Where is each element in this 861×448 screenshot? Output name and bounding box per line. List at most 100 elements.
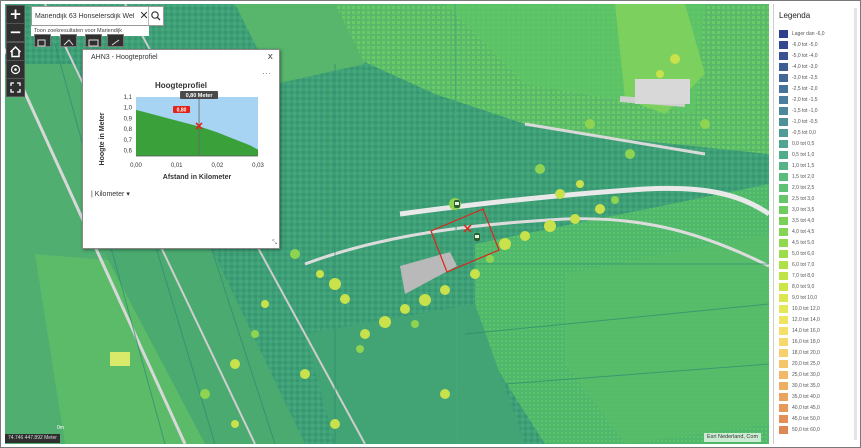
legend-label: 5,0 tot 6,0 [792, 251, 815, 257]
y-tick-label: 0,7 [124, 138, 133, 144]
y-tick-label: 0,8 [124, 127, 133, 133]
legend-label: 18,0 tot 20,0 [792, 350, 820, 356]
measure-icon [37, 39, 46, 47]
legend-swatch [779, 74, 788, 82]
legend-swatch [779, 250, 788, 258]
legend-label: -4,0 tot -3,0 [792, 64, 818, 70]
legend-swatch [779, 393, 788, 401]
legend-swatch [779, 96, 788, 104]
measure-tool-button[interactable] [34, 34, 51, 47]
legend-swatch [779, 426, 788, 434]
legend-scrollbar[interactable] [854, 8, 857, 440]
legend-label: 4,5 tot 5,0 [792, 240, 815, 246]
legend-label: -3,0 tot -2,5 [792, 75, 818, 81]
y-tick-label: 0,6 [124, 149, 133, 155]
chart-y-axis-label: Hoogte in Meter [99, 112, 106, 165]
legend-label: 30,0 tot 35,0 [792, 383, 820, 389]
legend-label: 14,0 tot 16,0 [792, 328, 820, 334]
chart-tooltip-text: 0,80 Meter [186, 93, 214, 99]
share-icon [111, 39, 120, 46]
y-tick-label: 0,9 [124, 116, 133, 122]
panel-resize-handle[interactable]: ⤡ [272, 239, 277, 247]
legend-swatch [779, 41, 788, 49]
legend-label: 0,0 tot 0,5 [792, 141, 815, 147]
legend-swatch [779, 107, 788, 115]
unit-divider: | [91, 191, 93, 198]
home-button[interactable] [6, 42, 25, 61]
legend-swatch [779, 206, 788, 214]
legend-swatch [779, 349, 788, 357]
legend-swatch [779, 140, 788, 148]
legend-swatch [779, 283, 788, 291]
legend-label: 35,0 tot 40,0 [792, 394, 820, 400]
legend-swatch [779, 228, 788, 236]
legend-label: 1,0 tot 1,5 [792, 163, 815, 169]
share-tool-button[interactable] [107, 34, 124, 47]
legend-swatch [779, 261, 788, 269]
legend-label: 25,0 tot 30,0 [792, 372, 820, 378]
legend-swatch [779, 184, 788, 192]
legend-swatch [779, 52, 788, 60]
legend-label: 16,0 tot 18,0 [792, 339, 820, 345]
legend-swatch [779, 360, 788, 368]
zoom-in-button[interactable]: + [6, 5, 25, 24]
legend-label: 8,0 tot 9,0 [792, 284, 815, 290]
legend-label: 6,0 tot 7,0 [792, 262, 815, 268]
legend-swatch [779, 85, 788, 93]
legend-swatch [779, 316, 788, 324]
legend-label: -1,0 tot -0,5 [792, 119, 818, 125]
legend-label: -5,0 tot -4,0 [792, 53, 818, 59]
legend-label: 3,5 tot 4,0 [792, 218, 815, 224]
legend-swatch [779, 63, 788, 71]
legend-swatch [779, 415, 788, 423]
legend-label: 9,0 tot 10,0 [792, 295, 818, 301]
map-attribution[interactable]: Esri Nederland, Com [704, 433, 762, 442]
chart-value-badge-text: 0,80 [177, 108, 187, 114]
y-tick-label: 1,1 [124, 95, 133, 101]
legend-swatch [779, 118, 788, 126]
legend-label: 7,0 tot 8,0 [792, 273, 815, 279]
home-icon [9, 45, 22, 58]
legend-label: -2,0 tot -1,5 [792, 97, 818, 103]
legend-swatch [779, 129, 788, 137]
legend-swatch [779, 338, 788, 346]
legend-label: 20,0 tot 25,0 [792, 361, 820, 367]
print-tool-button[interactable] [85, 34, 102, 47]
chart-x-axis-label: Afstand in Kilometer [163, 174, 232, 181]
coordinate-readout: 74.746 447.892 Meter [5, 434, 60, 443]
chart-y-ticks: 1,1 1,0 0,9 0,8 0,7 0,6 [124, 95, 133, 155]
fullscreen-button[interactable] [6, 78, 25, 97]
layers-tool-button[interactable] [60, 34, 77, 47]
legend-label: 10,0 tot 12,0 [792, 306, 820, 312]
layers-icon [63, 39, 74, 46]
legend-label: 0,5 tot 1,0 [792, 152, 815, 158]
y-tick-label: 1,0 [124, 106, 133, 112]
x-tick-label: 0,00 [130, 163, 142, 169]
zoom-out-button[interactable]: − [6, 23, 25, 42]
legend-swatch [779, 404, 788, 412]
legend-swatch [779, 151, 788, 159]
chart-x-ticks: 0,00 0,01 0,02 0,03 [130, 163, 264, 169]
legend-label: 3,0 tot 3,5 [792, 207, 815, 213]
locate-button[interactable] [6, 60, 25, 79]
search-button[interactable] [148, 7, 163, 25]
app-frame: 0m + − ✕ Toon zoekresultaten voor Marien… [0, 0, 861, 448]
legend-label: 45,0 tot 50,0 [792, 416, 820, 422]
legend-label: -2,5 tot -2,0 [792, 86, 818, 92]
elevation-profile-chart[interactable]: 1,1 1,0 0,9 0,8 0,7 0,6 0,00 0,01 0,02 0,03 Hoog… [83, 50, 279, 190]
legend-swatch [779, 371, 788, 379]
x-tick-label: 0,02 [211, 163, 223, 169]
legend-swatch [779, 382, 788, 390]
legend-label: -1,5 tot -1,0 [792, 108, 818, 114]
chevron-down-icon: ▾ [126, 191, 130, 198]
legend-swatch [779, 239, 788, 247]
legend-label: 50,0 tot 60,0 [792, 427, 820, 433]
legend-swatch [779, 327, 788, 335]
x-tick-label: 0,03 [252, 163, 264, 169]
legend-swatch [779, 162, 788, 170]
fullscreen-icon [10, 82, 21, 93]
legend-title: Legenda [779, 11, 811, 20]
distance-unit-select[interactable]: | Kilometer ▾ [91, 190, 130, 198]
search-icon [151, 11, 161, 21]
search-input[interactable] [32, 7, 140, 25]
